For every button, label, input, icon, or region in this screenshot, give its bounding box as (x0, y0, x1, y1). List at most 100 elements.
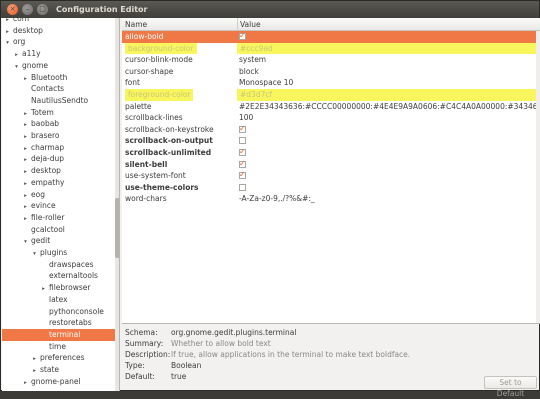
tree-item-preferences[interactable]: ▸ preferences (2, 352, 115, 364)
tree-item-empathy[interactable]: ▸ empathy (2, 177, 115, 189)
tree-item-deja-dup[interactable]: ▸ deja-dup (2, 153, 115, 165)
tree-item-label: pythonconsole (49, 306, 104, 316)
tree-item-label: NautilusSendto (31, 95, 89, 105)
key-list[interactable]: Name Value allow-boldbackground-color #cc… (122, 18, 540, 324)
column-header-value[interactable]: Value (237, 18, 261, 31)
key-value[interactable]: #2E2E34343636:#CCCC00000000:#4E4E9A9A060… (239, 101, 539, 113)
key-value-cell (239, 170, 539, 182)
tree-item-gnome[interactable]: ▾ gnome (2, 60, 115, 72)
tree-item-org[interactable]: ▾ org (2, 36, 115, 48)
tree-item-state[interactable]: ▸ state (2, 364, 115, 376)
tree-item-drawspaces[interactable]: drawspaces (2, 259, 115, 271)
key-row-cursor-shape[interactable]: cursor-shape block (122, 66, 540, 78)
tree-item-label: com (13, 18, 30, 23)
tree-item-label: preferences (40, 353, 85, 363)
tree-item-com[interactable]: ▸ com (2, 18, 115, 25)
key-value[interactable]: #ccc9ad (237, 42, 537, 55)
key-row-cursor-blink-mode[interactable]: cursor-blink-mode system (122, 54, 540, 66)
key-row-scrollback-unlimited[interactable]: scrollback-unlimited (122, 147, 540, 159)
close-icon[interactable]: × (7, 4, 18, 15)
checkbox-checked[interactable] (239, 159, 246, 169)
key-row-foreground-color[interactable]: foreground-color #d3d7cf (122, 89, 540, 101)
tree-item-a11y[interactable]: ▸ a11y (2, 48, 115, 60)
tree-item-label: deja-dup (31, 154, 65, 164)
tree-item-latex[interactable]: latex (2, 294, 115, 306)
key-value-cell (239, 31, 539, 43)
tree-item-evince[interactable]: ▸ evince (2, 200, 115, 212)
key-row-use-system-font[interactable]: use-system-font (122, 170, 540, 182)
tree-item-gedit[interactable]: ▾ gedit (2, 235, 115, 247)
tree-item-label: brasero (31, 131, 60, 140)
checkbox-checked[interactable] (239, 147, 246, 158)
set-to-default-button[interactable]: Set to Default (484, 376, 537, 398)
tree-item-nautilussendto[interactable]: NautilusSendto (2, 95, 115, 107)
tree-item-desktop[interactable]: ▸ desktop (2, 165, 115, 177)
tree-scrollbar[interactable] (115, 18, 119, 391)
key-row-scrollback-lines[interactable]: scrollback-lines 100 (122, 112, 540, 124)
window-title: Configuration Editor (56, 5, 148, 14)
tree-item-restoretabs[interactable]: restoretabs (2, 317, 115, 329)
key-row-palette[interactable]: palette #2E2E34343636:#CCCC00000000:#4E4E… (122, 101, 540, 113)
detail-description-value: If true, allow applications in the termi… (171, 350, 411, 359)
tree-item-filebrowser[interactable]: ▸ filebrowser (2, 282, 115, 294)
schema-tree[interactable]: ▸ com ▸ desktop ▾ org ▸ a11y ▾ gnome ▸ Bluetooth Con… (2, 18, 120, 391)
tree-item-gnome-panel[interactable]: ▸ gnome-panel (2, 376, 115, 388)
tree-item-label: terminal (49, 329, 81, 339)
detail-type-value: Boolean (171, 361, 202, 370)
tree-item-eog[interactable]: ▸ eog (2, 189, 115, 201)
key-value[interactable]: #d3d7cf (237, 89, 537, 101)
key-value[interactable]: Monospace 10 (239, 77, 539, 89)
key-row-allow-bold[interactable]: allow-bold (122, 31, 540, 43)
checkbox-unchecked[interactable] (239, 183, 246, 191)
key-name: word-chars (125, 194, 167, 204)
key-row-silent-bell[interactable]: silent-bell (122, 159, 540, 171)
tree-item-bluetooth[interactable]: ▸ Bluetooth (2, 72, 115, 84)
key-value[interactable]: -A-Za-z0-9,./?%&#:_ (239, 193, 539, 205)
key-value[interactable]: block (239, 66, 539, 78)
detail-schema-label: Schema: (125, 328, 158, 337)
column-header-name[interactable]: Name (125, 18, 147, 31)
detail-schema-value: org.gnome.gedit.plugins.terminal (171, 328, 297, 337)
tree-item-charmap[interactable]: ▸ charmap (2, 142, 115, 154)
key-name: silent-bell (125, 159, 168, 169)
tree-item-label: charmap (31, 142, 65, 152)
tree-item-label: baobab (31, 119, 60, 129)
tree-item-plugins[interactable]: ▾ plugins (2, 247, 115, 259)
key-row-scrollback-on-keystroke[interactable]: scrollback-on-keystroke (122, 124, 540, 136)
key-name: cursor-blink-mode (125, 55, 193, 65)
checkbox-checked[interactable] (239, 124, 246, 134)
tree-scrollbar-thumb[interactable] (115, 198, 119, 258)
tree-item-label: gcalctool (31, 224, 65, 234)
detail-description-label: Description: (125, 350, 171, 359)
title-bar[interactable]: × – □ Configuration Editor (1, 1, 539, 18)
tree-item-totem[interactable]: ▸ Totem (2, 107, 115, 119)
key-row-word-chars[interactable]: word-chars -A-Za-z0-9,./?%&#:_ (122, 193, 540, 205)
checkbox-checked[interactable] (239, 170, 246, 181)
key-value[interactable]: 100 (239, 112, 539, 124)
checkbox-checked[interactable] (239, 31, 246, 42)
key-row-use-theme-colors[interactable]: use-theme-colors (122, 182, 540, 194)
tree-item-desktop[interactable]: ▸ desktop (2, 25, 115, 37)
tree-item-pythonconsole[interactable]: pythonconsole (2, 306, 115, 318)
tree-item-time[interactable]: time (2, 341, 115, 353)
detail-summary-label: Summary: (125, 339, 164, 348)
key-row-scrollback-on-output[interactable]: scrollback-on-output (122, 135, 540, 147)
tree-item-brasero[interactable]: ▸ brasero (2, 130, 115, 142)
minimize-icon[interactable]: – (22, 4, 33, 15)
tree-item-gcalctool[interactable]: gcalctool (2, 224, 115, 236)
key-row-font[interactable]: font Monospace 10 (122, 77, 540, 89)
tree-item-terminal[interactable]: terminal (2, 328, 115, 341)
checkbox-unchecked[interactable] (239, 137, 246, 145)
tree-item-contacts[interactable]: Contacts (2, 83, 115, 95)
key-row-background-color[interactable]: background-color #ccc9ad (122, 42, 540, 55)
detail-type-label: Type: (125, 361, 145, 370)
key-value-cell (239, 159, 539, 171)
tree-item-label: state (40, 365, 59, 374)
tree-item-baobab[interactable]: ▸ baobab (2, 118, 115, 130)
chevron-right-icon[interactable]: ▸ (22, 378, 29, 390)
maximize-icon[interactable]: □ (37, 4, 48, 15)
key-value[interactable]: system (239, 54, 539, 66)
list-scrollbar[interactable] (536, 31, 540, 323)
tree-item-file-roller[interactable]: ▸ file-roller (2, 212, 115, 224)
tree-item-externaltools[interactable]: externaltools (2, 270, 115, 282)
